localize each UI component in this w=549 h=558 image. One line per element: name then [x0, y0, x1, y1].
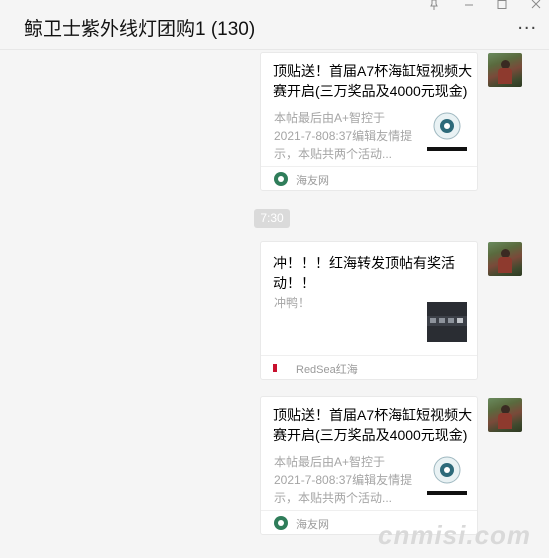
more-options-icon[interactable]: ...: [517, 13, 537, 33]
card-source: RedSea红海: [296, 364, 358, 376]
haiyou-icon: [274, 172, 288, 186]
chat-title: 鲸卫士紫外线灯团购1 (130): [24, 19, 256, 40]
card-title: 顶贴送！首届A7杯海缸短视频大赛开启(三万奖品及4000元现金): [273, 63, 473, 99]
sender-avatar[interactable]: [488, 53, 522, 87]
card-thumbnail: [427, 453, 467, 495]
card-title: 顶贴送！首届A7杯海缸短视频大赛开启(三万奖品及4000元现金): [273, 407, 473, 443]
card-source: 海友网: [296, 175, 329, 187]
chat-header: 鲸卫士紫外线灯团购1 (130) ...: [0, 0, 549, 50]
redsea-icon: [273, 364, 289, 372]
link-card[interactable]: 顶贴送！首届A7杯海缸短视频大赛开启(三万奖品及4000元现金) 本帖最后由A+…: [260, 396, 478, 535]
sender-avatar[interactable]: [488, 242, 522, 276]
card-footer: 海友网: [261, 166, 477, 190]
card-source: 海友网: [296, 519, 329, 531]
card-thumbnail: [427, 109, 467, 151]
card-footer: RedSea红海: [261, 355, 477, 379]
card-thumbnail: [427, 302, 467, 344]
minimize-icon[interactable]: [461, 0, 477, 14]
maximize-icon[interactable]: [494, 0, 510, 14]
time-divider: 7:30: [254, 209, 290, 228]
card-description: 本帖最后由A+智控于 2021-7-808:37编辑友情提示，本贴共两个活动..…: [274, 455, 413, 505]
card-title: 冲！！！红海转发顶帖有奖活动！！: [273, 255, 455, 291]
link-card[interactable]: 冲！！！红海转发顶帖有奖活动！！ 冲鸭！ RedSea红海: [260, 241, 478, 380]
card-description: 本帖最后由A+智控于 2021-7-808:37编辑友情提示，本贴共两个活动..…: [274, 111, 413, 161]
sender-avatar[interactable]: [488, 398, 522, 432]
pin-icon[interactable]: [426, 0, 442, 14]
watermark: cnmisi.com: [378, 520, 532, 550]
chat-window: 鲸卫士紫外线灯团购1 (130) ... 顶贴送！首届A7杯海缸短视频大赛开启(…: [0, 0, 549, 558]
card-description: 冲鸭！: [274, 296, 311, 310]
link-card[interactable]: 顶贴送！首届A7杯海缸短视频大赛开启(三万奖品及4000元现金) 本帖最后由A+…: [260, 52, 478, 191]
haiyou-icon: [274, 516, 288, 530]
